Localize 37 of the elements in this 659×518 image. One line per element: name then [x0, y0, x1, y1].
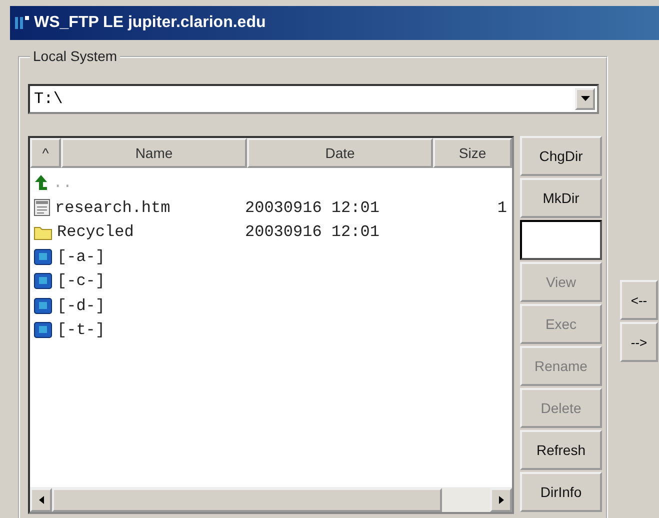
window-title: WS_FTP LE jupiter.clarion.edu: [34, 14, 266, 32]
file-name[interactable]: [-d-]: [57, 296, 106, 315]
drive-icon: [34, 322, 52, 338]
path-dropdown[interactable]: T:\: [28, 84, 599, 114]
drive-icon: [34, 298, 52, 314]
scroll-right-button[interactable]: [490, 488, 512, 512]
file-size: 1: [497, 198, 507, 217]
dropdown-button[interactable]: [575, 88, 595, 110]
column-header[interactable]: Name: [61, 138, 247, 168]
file-name[interactable]: [-a-]: [57, 248, 106, 266]
right-arrow-icon: [498, 496, 504, 504]
caret-icon: [580, 96, 590, 102]
drive-icon: [34, 248, 52, 265]
action-button[interactable]: DirInfo: [520, 472, 602, 512]
action-button[interactable]: Refresh: [520, 430, 602, 470]
document-icon: [34, 199, 50, 216]
group-label: Local System: [30, 48, 120, 64]
column-header[interactable]: ^: [30, 138, 61, 168]
column-header[interactable]: Date: [247, 138, 433, 168]
action-button[interactable]: MkDir: [520, 178, 602, 218]
left-arrow-icon: [38, 496, 44, 504]
file-date: 20030916 12:01: [245, 198, 380, 217]
file-name[interactable]: [-t-]: [57, 321, 106, 340]
scroll-left-button[interactable]: [30, 488, 52, 512]
app-icon: [14, 15, 30, 31]
up-arrow-icon: [34, 175, 48, 192]
file-name[interactable]: [-c-]: [57, 272, 106, 290]
folder-icon: [34, 224, 52, 240]
input-field[interactable]: [520, 220, 602, 260]
file-name[interactable]: Recycled: [57, 223, 134, 242]
action-button[interactable]: ChgDir: [520, 136, 602, 176]
file-name[interactable]: research.htm: [55, 198, 170, 217]
file-date: 20030916 12:01: [245, 223, 380, 242]
transfer-button[interactable]: -->: [620, 322, 658, 362]
drive-icon: [34, 273, 52, 290]
transfer-button[interactable]: <--: [620, 280, 658, 320]
column-header[interactable]: Size: [433, 138, 512, 168]
